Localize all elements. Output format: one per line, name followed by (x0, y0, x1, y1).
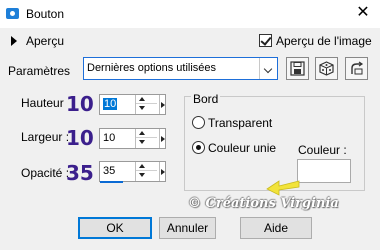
solid-color-radio[interactable] (192, 141, 205, 154)
solid-color-label[interactable]: Couleur unie (208, 141, 276, 155)
opacity-label: Opacité : (21, 166, 70, 180)
presets-label: Paramètres (8, 64, 71, 78)
opacity-spinner[interactable]: 35 (99, 161, 166, 182)
window-title: Bouton (26, 7, 65, 21)
reset-parameters-button[interactable] (345, 57, 368, 80)
dice-icon (319, 61, 334, 76)
preview-toggle-label[interactable]: Aperçu (26, 34, 64, 48)
height-tag: 10 (66, 92, 94, 116)
height-spinner[interactable]: 10 (99, 94, 166, 115)
height-up-button[interactable] (136, 95, 157, 104)
help-button[interactable]: Aide (240, 217, 312, 239)
height-label: Hauteur (21, 96, 64, 110)
width-tag: 10 (66, 126, 94, 150)
opacity-level-bar (100, 181, 123, 183)
height-slider-arrow-icon[interactable] (159, 95, 166, 114)
preview-row: Aperçu Aperçu de l'image (0, 30, 380, 52)
image-preview-checkbox[interactable] (259, 34, 272, 47)
floppy-disk-icon (290, 61, 305, 76)
width-slider-arrow-icon[interactable] (159, 129, 166, 148)
width-down-button[interactable] (136, 138, 157, 147)
color-label: Couleur : (298, 143, 347, 157)
save-preset-button[interactable] (286, 57, 309, 80)
chevron-down-icon[interactable] (259, 58, 277, 79)
opacity-up-button[interactable] (136, 162, 157, 171)
opacity-tag: 35 (66, 161, 94, 185)
opacity-slider-arrow-icon[interactable] (159, 162, 166, 181)
reset-icon (351, 61, 364, 75)
width-value[interactable]: 10 (103, 132, 115, 144)
border-group-title: Bord (191, 92, 221, 106)
random-parameters-button[interactable] (315, 57, 338, 80)
height-value[interactable]: 10 (103, 98, 118, 110)
width-spinner[interactable]: 10 (99, 128, 166, 149)
opacity-down-button[interactable] (136, 171, 157, 180)
image-preview-label[interactable]: Aperçu de l'image (276, 34, 372, 48)
ok-button[interactable]: OK (78, 217, 152, 239)
height-down-button[interactable] (136, 104, 157, 113)
presets-dropdown[interactable]: Dernières options utilisées (83, 57, 278, 80)
camera-icon (6, 8, 19, 19)
opacity-value[interactable]: 35 (103, 165, 115, 177)
close-button[interactable]: ✕ (354, 4, 372, 22)
width-label: Largeur : (21, 130, 70, 144)
pointer-arrow-icon (266, 180, 300, 196)
transparent-label[interactable]: Transparent (208, 116, 272, 130)
transparent-radio[interactable] (192, 116, 205, 129)
width-up-button[interactable] (136, 129, 157, 138)
presets-value: Dernières options utilisées (87, 62, 217, 74)
watermark: © Créations Virginia (188, 196, 339, 211)
expand-triangle-icon[interactable] (11, 36, 17, 46)
color-swatch[interactable] (297, 159, 351, 183)
title-bar: Bouton ✕ (0, 0, 380, 28)
cancel-button[interactable]: Annuler (159, 217, 216, 239)
